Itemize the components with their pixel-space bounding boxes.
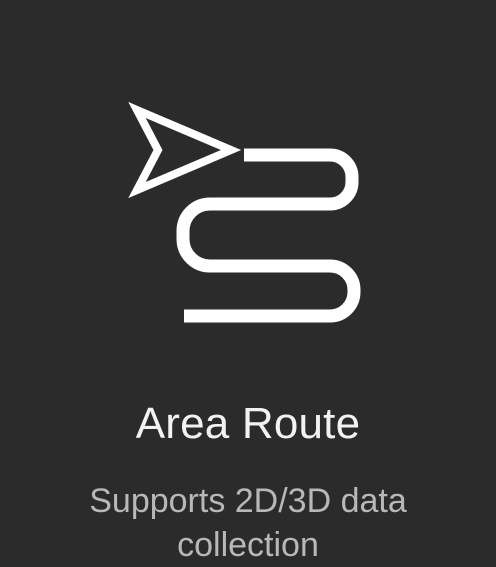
card-description: Supports 2D/3D data collection — [89, 482, 407, 564]
serpentine-route-icon — [176, 148, 361, 323]
card-title: Area Route — [135, 399, 361, 448]
navigation-arrow-icon — [128, 101, 242, 199]
area-route-icon — [0, 0, 496, 360]
area-route-card[interactable]: Area Route Supports 2D/3D data collectio… — [0, 0, 496, 567]
